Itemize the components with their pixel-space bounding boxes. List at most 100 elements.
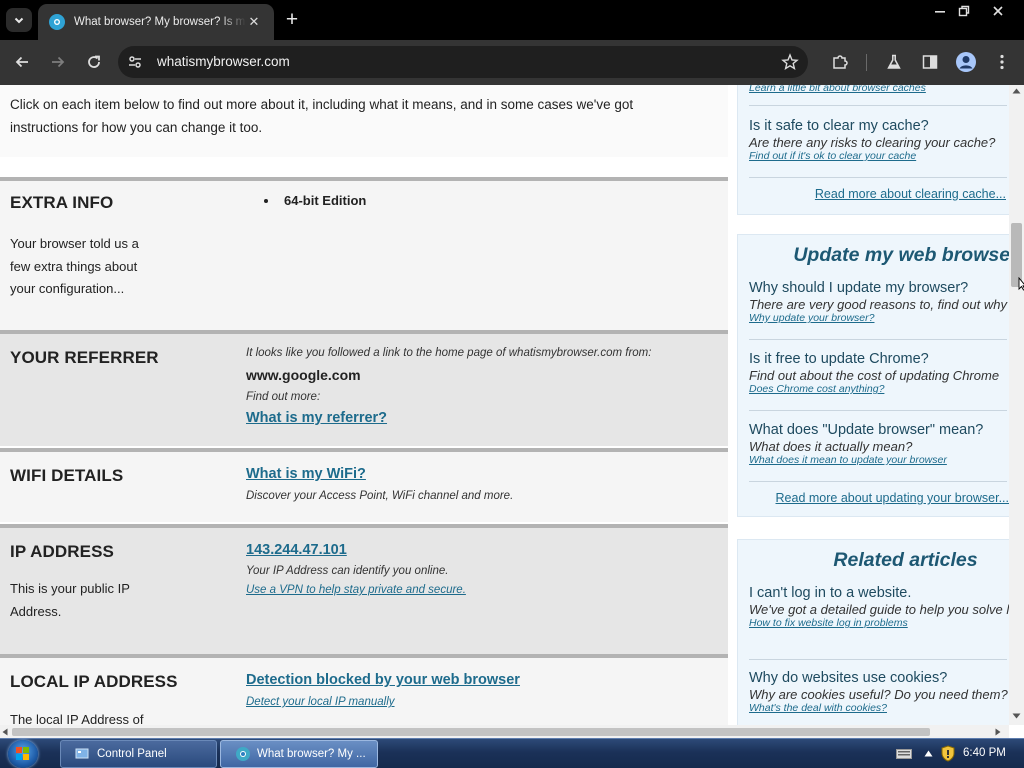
main-content: Click on each item below to find out mor…: [0, 85, 728, 725]
vertical-scrollbar[interactable]: [1009, 85, 1024, 725]
update-article: Is it free to update Chrome? Find out ab…: [749, 351, 1009, 395]
bookmark-star-icon[interactable]: [781, 53, 799, 71]
wifi-link[interactable]: What is my WiFi?: [246, 466, 366, 482]
article-link[interactable]: Does Chrome cost anything?: [749, 383, 1009, 395]
close-window-icon[interactable]: [984, 2, 1012, 20]
ip-address-section: IP ADDRESS This is your public IP Addres…: [0, 528, 728, 654]
site-favicon-icon: [49, 14, 65, 30]
address-bar[interactable]: whatismybrowser.com: [118, 46, 808, 78]
site-info-icon[interactable]: [127, 54, 143, 70]
update-article: What does "Update browser" mean? What do…: [749, 422, 1009, 466]
update-box-title: Update my web browser: [793, 244, 1009, 266]
read-more-update-link[interactable]: Read more about updating your browser...: [776, 491, 1009, 505]
scroll-down-arrow-icon[interactable]: [1012, 713, 1021, 719]
article-title[interactable]: Why should I update my browser?: [749, 280, 1009, 296]
article-divider: [749, 659, 1007, 660]
side-panel-icon[interactable]: [918, 50, 942, 74]
menu-kebab-icon[interactable]: [990, 50, 1014, 74]
browser-toolbar: whatismybrowser.com: [0, 40, 1024, 85]
article-subtitle: We've got a detailed guide to help you s…: [749, 602, 1009, 617]
new-tab-button[interactable]: +: [282, 9, 302, 30]
horizontal-scrollbar[interactable]: [0, 725, 1009, 738]
windows-taskbar: Control Panel What browser? My ... 6:40 …: [0, 738, 1024, 768]
cache-intro-link[interactable]: Learn a little bit about browser caches: [749, 85, 1009, 94]
keyboard-icon[interactable]: [896, 749, 912, 759]
article-title[interactable]: Is it safe to clear my cache?: [749, 118, 1009, 134]
read-more-cache-link[interactable]: Read more about clearing cache...: [815, 187, 1006, 201]
security-shield-icon[interactable]: [941, 745, 955, 762]
article-title[interactable]: I can't log in to a website.: [749, 585, 1009, 601]
scroll-right-arrow-icon[interactable]: [995, 728, 1001, 736]
related-articles-box: Related articles I can't log in to a web…: [737, 539, 1009, 725]
tab-title: What browser? My browser? Is my browser …: [74, 16, 246, 28]
local-ip-heading: LOCAL IP ADDRESS: [10, 672, 178, 691]
related-article: Why do websites use cookies? Why are coo…: [749, 670, 1009, 714]
forward-arrow-icon[interactable]: [46, 50, 70, 74]
article-link[interactable]: How to fix website log in problems: [749, 617, 1009, 629]
tab-search-button[interactable]: [6, 8, 32, 32]
tab-close-icon[interactable]: ✕: [246, 14, 262, 30]
scroll-up-arrow-icon[interactable]: [1012, 88, 1021, 94]
bullet-dot: [264, 199, 268, 203]
article-link[interactable]: What does it mean to update your browser: [749, 454, 1009, 466]
article-divider: [749, 105, 1007, 106]
tray-expand-icon[interactable]: [924, 750, 933, 757]
wifi-heading: WIFI DETAILS: [10, 466, 124, 485]
ip-value-link[interactable]: 143.244.47.101: [246, 542, 347, 558]
article-title[interactable]: Is it free to update Chrome?: [749, 351, 1009, 367]
extra-info-heading: EXTRA INFO: [10, 193, 114, 212]
taskbar-item-browser[interactable]: What browser? My ...: [220, 740, 378, 768]
referrer-section: YOUR REFERRER It looks like you followed…: [0, 334, 728, 446]
article-divider: [749, 339, 1007, 340]
control-panel-icon: [75, 748, 89, 759]
article-subtitle: What does it actually mean?: [749, 439, 913, 454]
article-subtitle: Are there any risks to clearing your cac…: [749, 135, 996, 150]
local-ip-section: LOCAL IP ADDRESS Detection blocked by yo…: [0, 658, 728, 725]
back-arrow-icon[interactable]: [10, 50, 34, 74]
article-subtitle: Why are cookies useful? Do you need them…: [749, 687, 1008, 702]
wifi-note: Discover your Access Point, WiFi channel…: [246, 490, 514, 502]
taskbar-item-label: What browser? My ...: [257, 748, 366, 760]
vpn-link[interactable]: Use a VPN to help stay private and secur…: [246, 584, 466, 596]
chrome-icon: [236, 747, 250, 761]
local-ip-manual-link[interactable]: Detect your local IP manually: [246, 696, 395, 708]
scroll-left-arrow-icon[interactable]: [2, 728, 8, 736]
article-subtitle: There are very good reasons to, find out…: [749, 297, 1007, 312]
local-ip-link[interactable]: Detection blocked by your web browser: [246, 672, 520, 688]
tab-strip: What browser? My browser? Is my browser …: [0, 0, 1024, 40]
reload-icon[interactable]: [82, 50, 106, 74]
referrer-note: It looks like you followed a link to the…: [246, 347, 652, 359]
extra-info-bullet: 64-bit Edition: [284, 193, 367, 208]
cache-article: Is it safe to clear my cache? Are there …: [749, 118, 1009, 162]
start-button[interactable]: [8, 740, 38, 768]
extensions-puzzle-icon[interactable]: [828, 50, 852, 74]
taskbar-item-control-panel[interactable]: Control Panel: [60, 740, 217, 768]
url-text: whatismybrowser.com: [157, 54, 290, 69]
ip-desc: This is your public IP Address.: [10, 581, 130, 619]
restore-icon[interactable]: [950, 2, 978, 20]
article-title[interactable]: Why do websites use cookies?: [749, 670, 1009, 686]
taskbar-item-label: Control Panel: [97, 748, 167, 760]
referrer-value: www.google.com: [246, 367, 361, 383]
labs-flask-icon[interactable]: [882, 50, 906, 74]
active-tab[interactable]: What browser? My browser? Is my browser …: [38, 4, 274, 40]
article-title[interactable]: What does "Update browser" mean?: [749, 422, 1009, 438]
article-link[interactable]: Find out if it's ok to clear your cache: [749, 150, 1009, 162]
taskbar-clock[interactable]: 6:40 PM: [963, 747, 1006, 759]
mouse-cursor-icon: [1018, 277, 1024, 291]
article-divider: [749, 410, 1007, 411]
ip-note: Your IP Address can identify you online.: [246, 565, 449, 577]
toolbar-divider: [866, 54, 867, 71]
local-ip-desc: The local IP Address of: [10, 712, 144, 725]
article-divider: [749, 177, 1007, 178]
profile-avatar-icon[interactable]: [954, 50, 978, 74]
article-link[interactable]: What's the deal with cookies?: [749, 702, 1009, 714]
extra-info-section: EXTRA INFO Your browser told us a few ex…: [0, 181, 728, 330]
update-browser-box: Update my web browser Why should I updat…: [737, 234, 1009, 517]
wifi-section: WIFI DETAILS What is my WiFi? Discover y…: [0, 452, 728, 522]
ip-heading: IP ADDRESS: [10, 542, 114, 561]
horizontal-scroll-thumb[interactable]: [12, 728, 930, 736]
page-viewport: Click on each item below to find out mor…: [0, 85, 1024, 738]
referrer-link[interactable]: What is my referrer?: [246, 410, 387, 426]
article-link[interactable]: Why update your browser?: [749, 312, 1009, 324]
